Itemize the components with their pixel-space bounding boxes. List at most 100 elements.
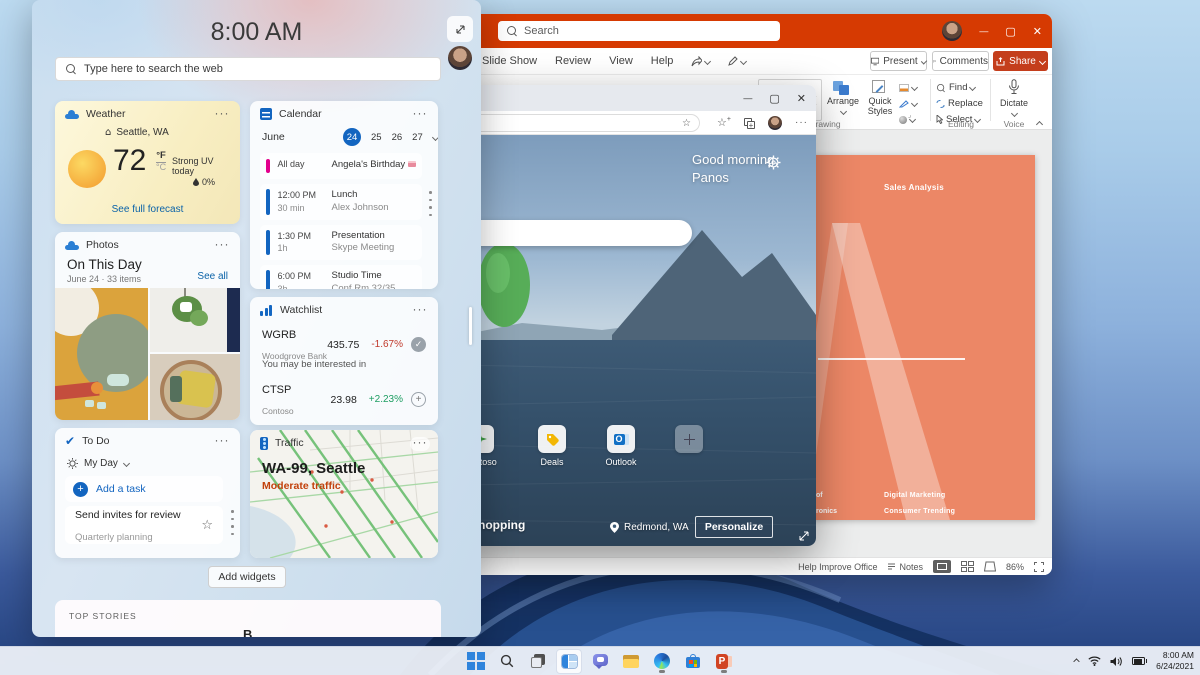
shortcut-tile-outlook[interactable]: O	[607, 425, 635, 453]
taskbar-edge-button[interactable]	[649, 649, 675, 674]
close-button[interactable]: ✕	[1033, 25, 1042, 38]
tab-view[interactable]: View	[609, 55, 633, 67]
date-selected[interactable]: 24	[343, 128, 361, 146]
photo-thumbnail[interactable]	[150, 354, 240, 420]
collections-icon[interactable]: +	[744, 118, 755, 128]
calendar-widget[interactable]: Calendar ··· June 24 25 26 27 All day An…	[250, 101, 438, 289]
widget-menu-button[interactable]: ···	[212, 435, 232, 449]
drawing-dialog-launcher[interactable]: ⌟	[908, 111, 911, 119]
quick-styles-button[interactable]: Quick Styles	[863, 80, 897, 117]
scroll-indicator[interactable]	[429, 191, 432, 216]
shape-fill-button[interactable]	[899, 81, 925, 94]
traffic-widget[interactable]: Traffic ··· WA-99, Seattle Moderate traf…	[250, 430, 438, 558]
calendar-event[interactable]: All day Angela's Birthday	[260, 153, 422, 179]
tab-help[interactable]: Help	[651, 55, 674, 67]
wifi-icon[interactable]	[1088, 656, 1101, 666]
user-avatar[interactable]	[448, 46, 472, 70]
expand-widgets-button[interactable]	[447, 16, 473, 42]
date-option[interactable]: 25	[371, 132, 382, 143]
weather-widget[interactable]: Weather ··· ⌂ Seattle, WA 72 °F °C Stron…	[55, 101, 240, 224]
present-button[interactable]: Present	[870, 51, 927, 71]
calendar-event[interactable]: 12:00 PM30 min LunchAlex Johnson	[260, 184, 422, 220]
zoom-level[interactable]: 86%	[1006, 562, 1024, 572]
maximize-button[interactable]: ▢	[769, 92, 779, 105]
taskbar-file-explorer-button[interactable]	[618, 649, 644, 674]
shape-effects-button[interactable]	[899, 113, 925, 126]
web-search-bar[interactable]	[462, 220, 692, 246]
taskbar-powerpoint-button[interactable]: P	[711, 649, 737, 674]
scroll-indicator[interactable]	[231, 510, 234, 535]
help-improve-office-link[interactable]: Help Improve Office	[798, 562, 877, 572]
widget-menu-button[interactable]: ···	[212, 108, 232, 122]
add-shortcut-tile[interactable]	[675, 425, 703, 453]
minimize-button[interactable]: —	[979, 26, 988, 36]
add-widgets-button[interactable]: Add widgets	[208, 566, 286, 588]
calendar-event[interactable]: 1:30 PM1h PresentationSkype Meeting	[260, 225, 422, 261]
slide-sorter-view-button[interactable]	[961, 561, 974, 572]
panel-scrollbar[interactable]	[469, 307, 472, 345]
add-favorite-icon[interactable]: ☆+	[717, 116, 731, 129]
see-all-link[interactable]: See all	[197, 271, 228, 282]
battery-icon[interactable]	[1132, 657, 1147, 665]
personalize-button[interactable]: Personalize	[695, 516, 773, 538]
widget-menu-button[interactable]: ···	[410, 108, 430, 122]
taskbar-search-button[interactable]	[494, 649, 520, 674]
taskbar-chat-button[interactable]	[587, 649, 613, 674]
unit-toggle[interactable]: °F °C	[156, 151, 166, 173]
photo-thumbnail[interactable]	[55, 288, 148, 420]
add-to-watchlist-icon[interactable]: +	[411, 392, 426, 407]
page-settings-gear-icon[interactable]	[766, 155, 781, 170]
address-bar[interactable]: ☆	[462, 114, 700, 132]
watchlist-widget[interactable]: Watchlist ··· WGRBWoodgrove Bank 435.75 …	[250, 297, 438, 425]
shortcut-tile-deals[interactable]	[538, 425, 566, 453]
date-option[interactable]: 26	[392, 132, 403, 143]
calendar-event[interactable]: 6:00 PM3h Studio TimeConf Rm 32/35	[260, 265, 422, 289]
settings-menu-icon[interactable]: ···	[795, 117, 808, 128]
taskbar-start-button[interactable]	[463, 649, 489, 674]
share-button[interactable]: Share	[993, 51, 1048, 71]
todo-widget[interactable]: ✔ To Do ··· My Day + Add a task Send inv…	[55, 428, 240, 558]
stock-row[interactable]: CTSPContoso 23.98 +2.23% +	[262, 379, 426, 421]
powerpoint-search-box[interactable]: Search	[498, 21, 780, 41]
favorite-task-star-icon[interactable]: ☆	[201, 518, 213, 533]
dictate-button[interactable]: Dictate	[994, 79, 1034, 119]
account-avatar[interactable]	[942, 21, 962, 41]
photos-widget[interactable]: Photos ··· On This Day June 24 · 33 item…	[55, 232, 240, 420]
volume-icon[interactable]	[1110, 656, 1123, 667]
replace-button[interactable]: Replace	[936, 97, 986, 110]
widget-menu-button[interactable]: ···	[410, 437, 430, 451]
close-button[interactable]: ✕	[797, 92, 806, 105]
taskbar-widgets-button[interactable]	[556, 649, 582, 674]
normal-view-button[interactable]	[933, 560, 951, 573]
minimize-button[interactable]: —	[743, 93, 752, 103]
collapse-ribbon-icon[interactable]	[1036, 121, 1043, 128]
tab-slide-show[interactable]: Slide Show	[482, 55, 537, 67]
task-row[interactable]: Send invites for reviewQuarterly plannin…	[65, 506, 223, 544]
profile-avatar[interactable]	[768, 116, 782, 130]
resize-handle-icon[interactable]	[799, 531, 809, 541]
celsius-label[interactable]: °C	[156, 163, 166, 173]
widget-menu-button[interactable]: ···	[212, 239, 232, 253]
fit-slide-icon[interactable]	[1034, 562, 1044, 572]
slideshow-view-button[interactable]	[984, 561, 996, 572]
favorites-star-icon[interactable]: ☆	[682, 118, 691, 129]
top-stories-section[interactable]: TOP STORIES B	[55, 600, 441, 637]
shape-outline-button[interactable]	[899, 97, 925, 110]
arrange-button[interactable]: Arrange	[825, 80, 861, 117]
share-feedback-icon[interactable]	[691, 56, 710, 67]
list-selector[interactable]: My Day	[67, 458, 129, 469]
pen-tool-icon[interactable]	[728, 56, 746, 66]
taskbar-clock[interactable]: 8:00 AM 6/24/2021	[1156, 650, 1194, 672]
expand-dates-icon[interactable]	[432, 133, 438, 140]
weather-location[interactable]: Redmond, WA	[610, 522, 689, 533]
maximize-button[interactable]: ▢	[1005, 25, 1015, 38]
add-task-button[interactable]: + Add a task	[65, 476, 223, 502]
notes-button[interactable]: Notes	[887, 562, 923, 572]
widget-menu-button[interactable]: ···	[410, 304, 430, 318]
slide[interactable]: Sales Analysis of ronics Digital Marketi…	[780, 155, 1035, 520]
photo-thumbnail[interactable]	[150, 288, 240, 352]
taskbar-store-button[interactable]	[680, 649, 706, 674]
show-hidden-icons-chevron[interactable]	[1073, 658, 1079, 664]
comments-button[interactable]: Comments	[932, 51, 989, 71]
added-check-icon[interactable]: ✓	[411, 337, 426, 352]
